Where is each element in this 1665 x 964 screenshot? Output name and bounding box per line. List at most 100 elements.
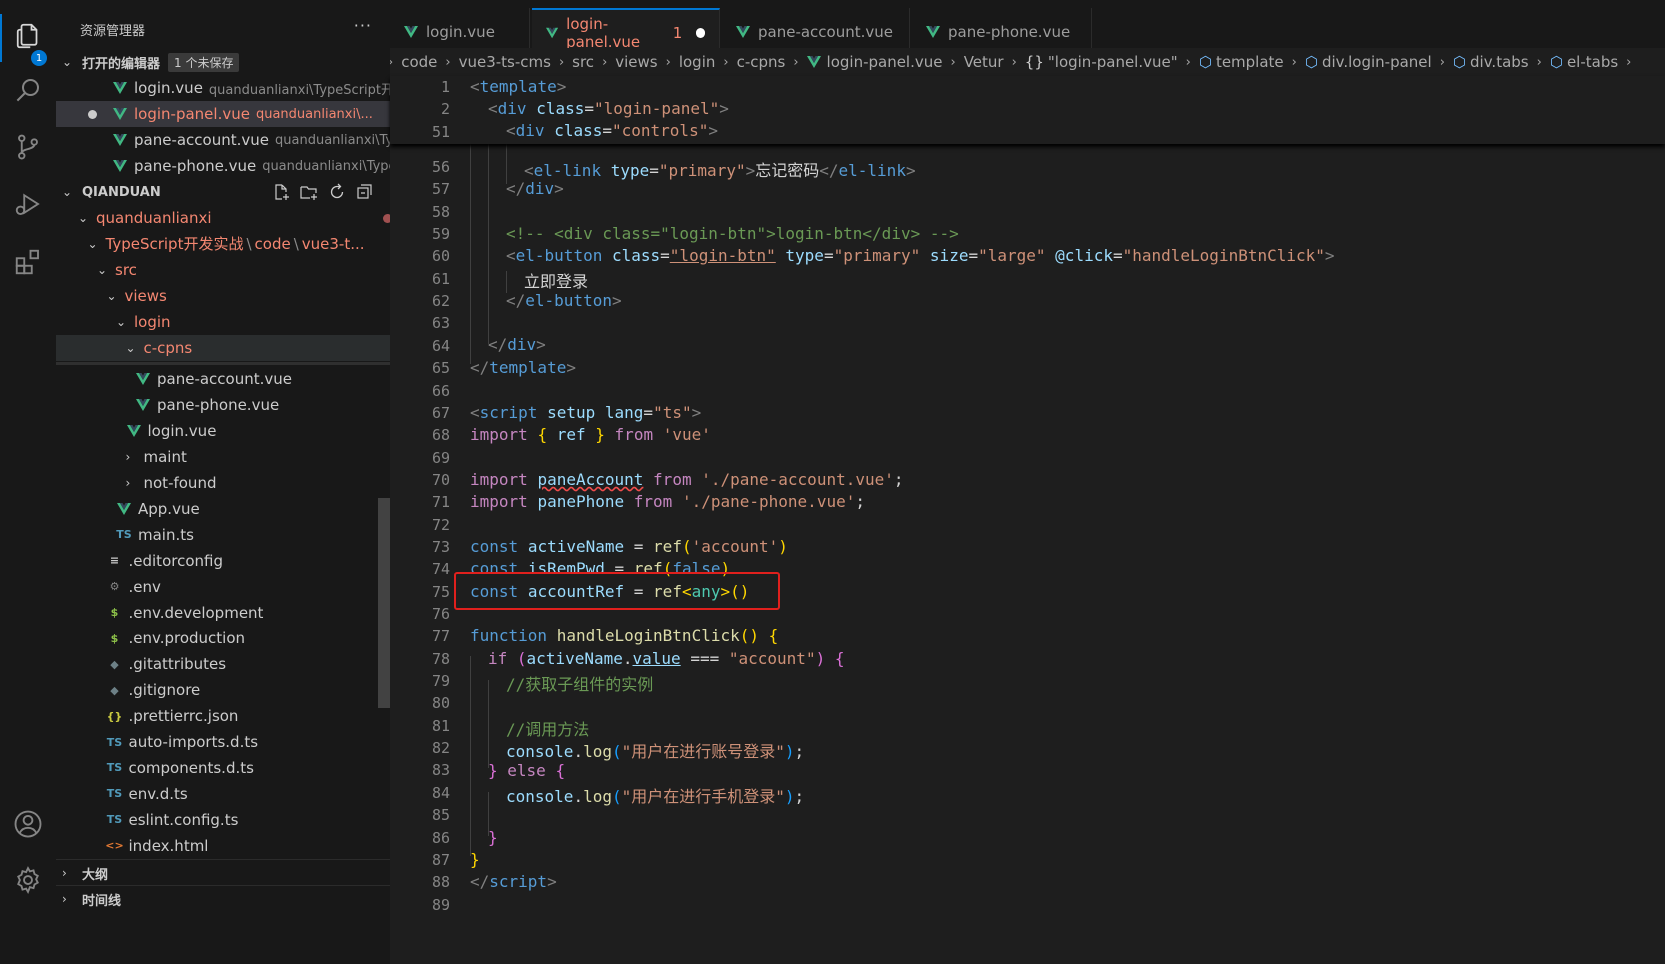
open-editor-item[interactable]: pane-account.vue quanduanlianxi\Ty... <box>56 127 390 153</box>
file-item[interactable]: pane-account.vue <box>56 366 390 392</box>
code-line-84: console.log("用户在进行手机登录"); <box>506 787 805 806</box>
code-line-71: import panePhone from './pane-phone.vue'… <box>470 492 865 511</box>
breadcrumb-item[interactable]: code <box>401 53 437 71</box>
chevron-down-icon: ⌄ <box>125 340 136 355</box>
file-item[interactable]: $ .env.production <box>56 625 390 651</box>
open-editor-item[interactable]: pane-phone.vue quanduanlianxi\Type... <box>56 153 390 179</box>
file-item[interactable]: pane-phone.vue <box>56 392 390 418</box>
breadcrumb-item[interactable]: Vetur <box>964 53 1004 71</box>
new-file-icon[interactable] <box>272 183 290 201</box>
code-line-67: <script setup lang="ts"> <box>470 403 702 422</box>
line-number: 57 <box>431 180 450 198</box>
tree-item-label: App.vue <box>138 499 200 518</box>
manage-button[interactable] <box>0 858 56 906</box>
file-item[interactable]: ◆ .gitignore <box>56 677 390 703</box>
breadcrumb-item[interactable]: src <box>572 53 594 71</box>
line-number: 72 <box>431 516 450 534</box>
collapse-all-icon[interactable] <box>356 183 374 201</box>
tab-problem-count: 1 <box>672 24 683 42</box>
breadcrumb-item[interactable]: vue3-ts-cms <box>459 53 551 71</box>
explorer-button[interactable]: 1 <box>0 14 56 66</box>
tree-item-label: components.d.ts <box>128 758 254 777</box>
line-number: 76 <box>431 605 450 623</box>
breadcrumb-item[interactable]: c-cpns <box>737 53 786 71</box>
vue-file-icon <box>736 26 750 38</box>
tab-label: pane-account.vue <box>758 23 893 41</box>
line-number: 67 <box>431 404 450 422</box>
file-type-icon: {} <box>106 709 123 723</box>
source-control-button[interactable] <box>0 125 56 173</box>
breadcrumb-item[interactable]: login <box>679 53 716 71</box>
breadcrumb-item[interactable]: template <box>1216 53 1284 71</box>
run-debug-button[interactable] <box>0 182 56 230</box>
line-number: 58 <box>431 203 450 221</box>
path-separator: \ <box>246 234 252 253</box>
folder-item[interactable]: ⌄ views <box>56 283 390 309</box>
file-item[interactable]: ≡ .editorconfig <box>56 548 390 574</box>
tree-item-label: .env.development <box>128 603 264 622</box>
file-type-icon: $ <box>110 631 119 645</box>
folder-item[interactable]: ⌄ quanduanlianxi <box>56 205 390 231</box>
folder-item[interactable]: ⌄ src <box>56 257 390 283</box>
breadcrumb-item[interactable]: div.tabs <box>1470 53 1529 71</box>
code-editor[interactable]: 56 57 58 59 60 61 62 63 64 65 66 67 68 69 70 71 72 73 74 75… <box>390 76 1665 964</box>
chevron-right-icon: › <box>62 866 67 880</box>
file-type-icon: TS <box>116 528 132 542</box>
line-number: 63 <box>431 314 450 332</box>
file-item[interactable]: login.vue <box>56 418 390 444</box>
chevron-right-icon: › <box>62 892 67 906</box>
open-editor-item[interactable]: login-panel.vue quanduanlianxi\... 1 <box>56 101 390 127</box>
vue-file-icon <box>135 371 151 387</box>
vue-file-icon <box>135 397 151 413</box>
code-line-73: const activeName = ref('account') <box>470 537 788 556</box>
vue-file-icon <box>116 501 132 517</box>
file-item[interactable]: $ .env.development <box>56 600 390 626</box>
file-item[interactable]: TS components.d.ts <box>56 755 390 781</box>
unsaved-dot-icon[interactable] <box>696 28 705 38</box>
explorer-sidebar: 资源管理器 ··· ⌄ 打开的编辑器 1 个未保存 login.vue quan… <box>56 0 391 964</box>
accounts-button[interactable] <box>0 802 56 850</box>
unsaved-dot-icon[interactable] <box>88 109 97 119</box>
outline-header[interactable]: › 大纲 <box>56 859 390 886</box>
new-folder-icon[interactable] <box>300 183 318 201</box>
file-item[interactable]: TS auto-imports.d.ts <box>56 729 390 755</box>
file-item[interactable]: <> index.html <box>56 833 390 859</box>
file-item[interactable]: TS eslint.config.ts <box>56 807 390 833</box>
line-number: 71 <box>431 493 450 511</box>
line-number: 88 <box>431 873 450 891</box>
folder-item[interactable]: › not-found <box>56 470 390 496</box>
more-actions-button[interactable]: ··· <box>354 16 372 35</box>
folder-item[interactable]: ⌄ TypeScript开发实战 \ code \ vue3-t... <box>56 231 390 257</box>
extensions-button[interactable] <box>0 240 56 288</box>
file-item[interactable]: ◆ .gitattributes <box>56 651 390 677</box>
refresh-icon[interactable] <box>328 183 346 201</box>
search-button[interactable] <box>0 68 56 116</box>
breadcrumb-item[interactable]: login-panel.vue <box>827 53 943 71</box>
workspace-header[interactable]: ⌄ QIANDUAN <box>56 179 390 205</box>
folder-item[interactable]: ⌄ login <box>56 309 390 335</box>
breadcrumb-item[interactable]: "login-panel.vue" <box>1048 53 1178 71</box>
open-editor-path: quanduanlianxi\... <box>255 106 373 122</box>
file-item[interactable]: {} .prettierrc.json <box>56 703 390 729</box>
sticky-scroll[interactable]: 1 2 51 <template> <div class="login-pane… <box>390 76 1665 144</box>
line-number: 75 <box>431 583 450 601</box>
file-item[interactable]: ⚙ .env <box>56 574 390 600</box>
breadcrumb-item[interactable]: div.login-panel <box>1322 53 1432 71</box>
breadcrumb-item[interactable]: views <box>615 53 657 71</box>
line-number: 83 <box>431 761 450 779</box>
file-item[interactable]: TS main.ts <box>56 522 390 548</box>
folder-item[interactable]: › maint <box>56 444 390 470</box>
folder-item[interactable]: ⌄ c-cpns <box>56 334 390 361</box>
open-editors-header[interactable]: ⌄ 打开的编辑器 1 个未保存 <box>56 49 390 75</box>
line-number: 81 <box>431 717 450 735</box>
chevron-right-icon: › <box>445 54 451 70</box>
file-item[interactable]: TS env.d.ts <box>56 781 390 807</box>
tree-item-label: .prettierrc.json <box>128 707 239 726</box>
breadcrumb-item[interactable]: el-tabs <box>1567 53 1618 71</box>
file-type-icon: <> <box>105 839 124 853</box>
file-item[interactable]: App.vue <box>56 496 390 522</box>
timeline-header[interactable]: › 时间线 <box>56 885 390 912</box>
chevron-right-icon: › <box>390 55 393 70</box>
open-editor-item[interactable]: login.vue quanduanlianxi\TypeScript开... <box>56 75 390 101</box>
chevron-down-icon: ⌄ <box>78 211 89 225</box>
